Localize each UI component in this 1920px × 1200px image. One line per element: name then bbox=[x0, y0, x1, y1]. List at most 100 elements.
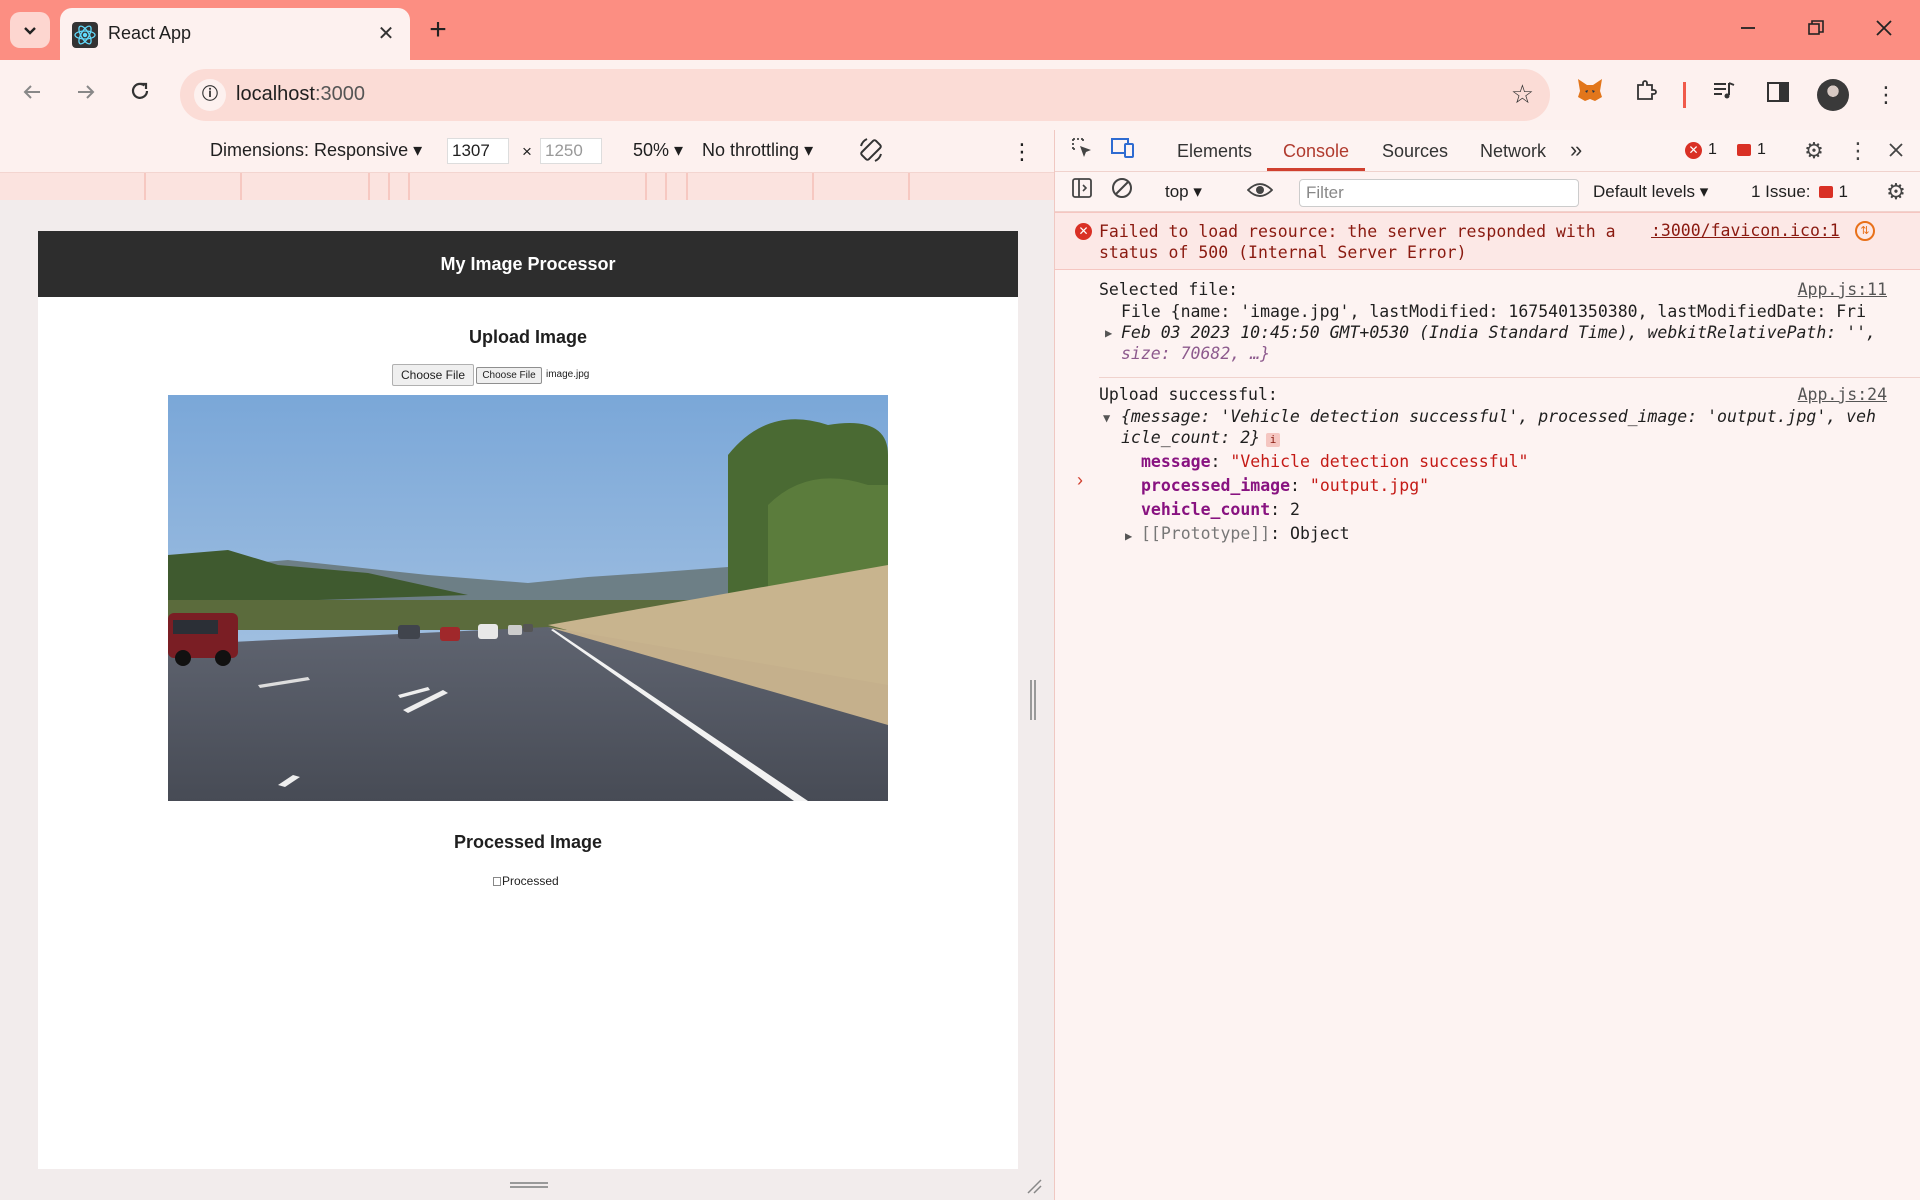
prop-message: message: "Vehicle detection successful" bbox=[1141, 452, 1529, 471]
error-message: Failed to load resource: the server resp… bbox=[1099, 222, 1616, 262]
device-more-icon[interactable]: ⋮ bbox=[1010, 136, 1034, 168]
address-bar[interactable]: ⓘ localhost:3000 ☆ bbox=[180, 69, 1550, 121]
back-icon[interactable] bbox=[14, 77, 50, 113]
tab-elements[interactable]: Elements bbox=[1177, 141, 1252, 162]
context-dropdown[interactable]: top ▾ bbox=[1165, 182, 1202, 202]
close-devtools-icon[interactable] bbox=[1881, 136, 1911, 166]
new-tab-button[interactable]: + bbox=[420, 12, 456, 48]
log-source-link[interactable]: App.js:24 bbox=[1798, 385, 1887, 404]
extensions-puzzle-icon[interactable] bbox=[1628, 77, 1664, 113]
react-logo-icon bbox=[72, 22, 98, 48]
issue-flag-icon bbox=[1818, 186, 1833, 198]
tab-console[interactable]: Console bbox=[1283, 141, 1349, 162]
prop-processed-image: processed_image: "output.jpg" bbox=[1141, 476, 1430, 495]
close-window-icon[interactable] bbox=[1864, 12, 1904, 48]
resize-corner-icon[interactable] bbox=[1024, 1176, 1042, 1194]
error-source-link[interactable]: :3000/favicon.ico:1 bbox=[1651, 221, 1840, 240]
response-object-line[interactable]: {message: 'Vehicle detection successful'… bbox=[1121, 406, 1876, 427]
more-tabs-icon[interactable]: » bbox=[1570, 137, 1582, 163]
inspect-element-icon[interactable] bbox=[1067, 136, 1097, 166]
choose-file-button[interactable]: Choose File bbox=[392, 364, 474, 386]
devtools-panel: Elements Console Sources Network » ✕ 1 1 … bbox=[1054, 130, 1920, 1200]
console-log-entry: Selected file: App.js:11 File {name: 'im… bbox=[1055, 276, 1920, 370]
uploaded-road-image bbox=[168, 395, 888, 801]
response-object-line: icle_count: 2} i bbox=[1121, 427, 1281, 448]
file-object-line[interactable]: Feb 03 2023 10:45:50 GMT+0530 (India Sta… bbox=[1121, 322, 1876, 343]
viewport-height-input[interactable]: 1250 bbox=[540, 138, 602, 164]
media-query-marker[interactable] bbox=[144, 173, 146, 200]
network-request-icon[interactable]: ⇅ bbox=[1855, 221, 1875, 241]
broken-image-icon bbox=[493, 876, 501, 886]
browser-menu-icon[interactable]: ⋮ bbox=[1868, 77, 1904, 113]
metamask-fox-icon[interactable] bbox=[1572, 77, 1608, 113]
console-prompt-icon[interactable]: › bbox=[1077, 470, 1083, 491]
selected-file-name: image.jpg bbox=[546, 369, 590, 380]
media-query-marker[interactable] bbox=[388, 173, 390, 200]
info-icon[interactable]: i bbox=[1266, 433, 1281, 447]
collapse-triangle-icon[interactable]: ▼ bbox=[1103, 411, 1110, 425]
viewport-resize-handle-bottom[interactable] bbox=[510, 1182, 548, 1188]
react-app-page: My Image Processor Upload Image Choose F… bbox=[38, 231, 1018, 1169]
tab-close-icon[interactable]: ✕ bbox=[372, 20, 400, 48]
minimize-icon[interactable] bbox=[1728, 12, 1768, 48]
profile-avatar[interactable] bbox=[1817, 79, 1849, 111]
throttling-dropdown[interactable]: No throttling ▾ bbox=[702, 140, 813, 161]
console-error-entry: ✕ Failed to load resource: the server re… bbox=[1055, 212, 1920, 270]
viewport-resize-handle-right[interactable] bbox=[1030, 680, 1036, 720]
url-text[interactable]: localhost:3000 bbox=[236, 83, 365, 106]
dimensions-dropdown[interactable]: Dimensions: Responsive ▾ bbox=[210, 140, 422, 161]
app-header: My Image Processor bbox=[38, 231, 1018, 297]
settings-gear-icon[interactable]: ⚙ bbox=[1799, 136, 1829, 166]
site-info-icon[interactable]: ⓘ bbox=[194, 79, 226, 111]
media-query-marker[interactable] bbox=[686, 173, 688, 200]
console-sidebar-icon[interactable] bbox=[1067, 177, 1097, 207]
rotate-icon[interactable] bbox=[855, 136, 887, 168]
browser-titlebar: React App ✕ + bbox=[0, 0, 1920, 60]
media-query-bar[interactable] bbox=[0, 172, 1054, 200]
dimension-separator: × bbox=[522, 142, 532, 161]
media-query-marker[interactable] bbox=[812, 173, 814, 200]
media-query-marker[interactable] bbox=[908, 173, 910, 200]
console-filter-input[interactable]: Filter bbox=[1299, 179, 1579, 207]
issues-counter[interactable]: 1 Issue: 1 bbox=[1751, 182, 1848, 202]
prop-prototype[interactable]: [[Prototype]]: Object bbox=[1141, 524, 1350, 543]
file-input[interactable]: Choose File Choose File image.jpg bbox=[392, 364, 664, 386]
console-settings-icon[interactable]: ⚙ bbox=[1881, 177, 1911, 207]
media-query-marker[interactable] bbox=[408, 173, 410, 200]
expand-triangle-icon[interactable]: ▶ bbox=[1105, 326, 1112, 340]
bookmark-star-icon[interactable]: ☆ bbox=[1511, 79, 1534, 110]
tab-network[interactable]: Network bbox=[1480, 141, 1546, 162]
restore-icon[interactable] bbox=[1796, 12, 1836, 48]
media-query-marker[interactable] bbox=[665, 173, 667, 200]
error-icon: ✕ bbox=[1075, 223, 1092, 240]
live-expression-eye-icon[interactable] bbox=[1245, 177, 1275, 207]
side-panel-icon[interactable] bbox=[1760, 77, 1796, 113]
media-query-marker[interactable] bbox=[645, 173, 647, 200]
processed-image-broken: Processed bbox=[493, 874, 559, 888]
log-source-link[interactable]: App.js:11 bbox=[1798, 280, 1887, 299]
expand-triangle-icon[interactable]: ▶ bbox=[1125, 529, 1132, 543]
media-control-icon[interactable] bbox=[1706, 77, 1742, 113]
toolbar-divider bbox=[1683, 82, 1686, 108]
message-flag-icon bbox=[1737, 144, 1751, 156]
clear-console-icon[interactable] bbox=[1107, 177, 1137, 207]
browser-tab-active[interactable]: React App ✕ bbox=[60, 8, 410, 60]
processed-image-alt: Processed bbox=[502, 874, 559, 888]
reload-icon[interactable] bbox=[122, 77, 158, 113]
forward-icon[interactable] bbox=[68, 77, 104, 113]
tab-search-button[interactable] bbox=[10, 12, 50, 48]
choose-file-button-small[interactable]: Choose File bbox=[476, 367, 542, 384]
viewport-width-input[interactable]: 1307 bbox=[447, 138, 509, 164]
file-object-line: File {name: 'image.jpg', lastModified: 1… bbox=[1121, 302, 1867, 321]
zoom-dropdown[interactable]: 50% ▾ bbox=[633, 140, 683, 161]
message-count-badge[interactable]: 1 bbox=[1737, 141, 1766, 159]
devtools-menu-icon[interactable]: ⋮ bbox=[1843, 136, 1873, 166]
device-toggle-icon[interactable] bbox=[1108, 136, 1138, 166]
error-icon: ✕ bbox=[1685, 141, 1702, 159]
error-count-badge[interactable]: ✕ 1 bbox=[1685, 141, 1717, 159]
media-query-marker[interactable] bbox=[240, 173, 242, 200]
media-query-marker[interactable] bbox=[368, 173, 370, 200]
tab-sources[interactable]: Sources bbox=[1382, 141, 1448, 162]
log-label: Upload successful: bbox=[1099, 385, 1278, 404]
log-levels-dropdown[interactable]: Default levels ▾ bbox=[1593, 182, 1708, 202]
